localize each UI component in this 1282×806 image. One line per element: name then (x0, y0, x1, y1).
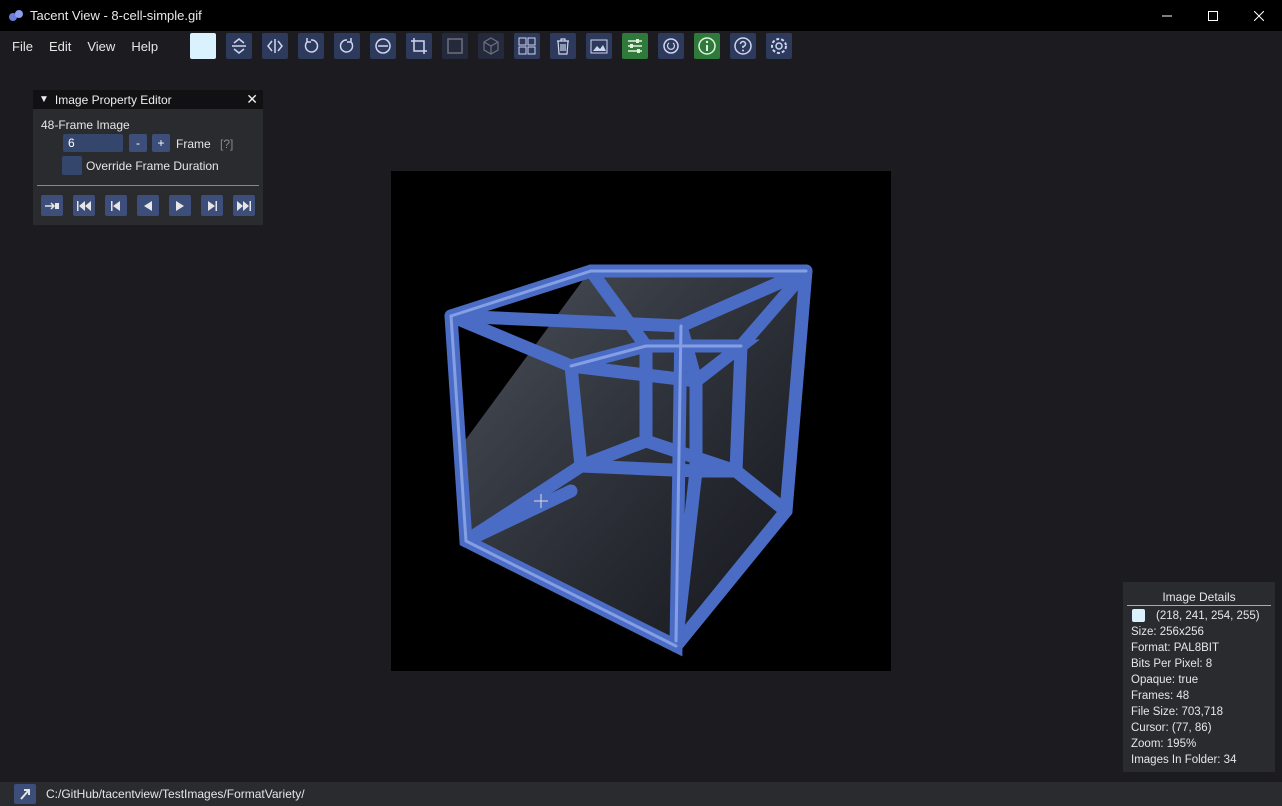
loop-toggle-button[interactable] (41, 195, 63, 216)
override-frame-duration-checkbox[interactable] (62, 156, 82, 175)
settings-sliders-button[interactable] (622, 33, 648, 59)
preferences-icon (771, 38, 787, 54)
delete-button[interactable] (550, 33, 576, 59)
flip-horizontal-button[interactable] (262, 33, 288, 59)
detail-file-size: File Size: 703,718 (1131, 706, 1224, 718)
menu-view[interactable]: View (79, 39, 123, 54)
image-canvas[interactable] (391, 171, 891, 671)
panel-divider (37, 185, 259, 186)
detail-opaque: Opaque: true (1131, 674, 1199, 686)
detail-frames: Frames: 48 (1131, 690, 1190, 702)
rotate-ccw-button[interactable] (298, 33, 324, 59)
save-as-icon (590, 39, 608, 54)
help-button[interactable] (730, 33, 756, 59)
border-icon (447, 38, 463, 54)
detail-images-in-folder: Images In Folder: 34 (1131, 754, 1237, 766)
details-header: Image Details (1162, 590, 1236, 604)
crop-button[interactable] (406, 33, 432, 59)
flip-vertical-button[interactable] (226, 33, 252, 59)
folder-path: C:/GitHub/tacentview/TestImages/FormatVa… (46, 787, 305, 801)
panel-close-icon[interactable]: ✕ (246, 91, 258, 108)
skip-to-start-button[interactable] (73, 195, 95, 216)
status-bar: C:/GitHub/tacentview/TestImages/FormatVa… (0, 782, 1282, 806)
next-frame-button[interactable] (201, 195, 223, 216)
image-details-panel: Image Details (218, 241, 254, 255) Size:… (1123, 582, 1275, 772)
detail-bpp: Bits Per Pixel: 8 (1131, 658, 1213, 670)
save-as-button[interactable] (586, 33, 612, 59)
play-backward-icon (144, 200, 152, 211)
border-button[interactable] (442, 33, 468, 59)
flip-horizontal-icon (267, 39, 283, 53)
frame-input[interactable]: 6 (63, 134, 123, 152)
rotate-cw-icon (339, 38, 354, 53)
tesseract-image (444, 264, 813, 657)
detail-zoom: Zoom: 195% (1131, 738, 1197, 750)
rotate-cw-button[interactable] (334, 33, 360, 59)
frame-decrement-button[interactable]: - (129, 134, 147, 152)
rewind-icon (77, 200, 91, 211)
up-folder-button[interactable] (14, 784, 36, 804)
rotate-theta-icon (375, 38, 391, 54)
pixel-color-value: (218, 241, 254, 255) (1156, 610, 1260, 622)
override-frame-duration-label: Override Frame Duration (86, 159, 219, 173)
prev-frame-button[interactable] (105, 195, 127, 216)
image-property-editor: ▼ Image Property Editor ✕ 48-Frame Image… (33, 90, 263, 225)
help-icon (734, 37, 752, 55)
preferences-button[interactable] (766, 33, 792, 59)
minimize-icon (1162, 15, 1172, 16)
detail-size: Size: 256x256 (1131, 626, 1204, 638)
window-title: Tacent View - 8-cell-simple.gif (30, 8, 202, 23)
play-icon (176, 200, 184, 211)
color-swatch-button[interactable] (190, 33, 216, 59)
play-backward-button[interactable] (137, 195, 159, 216)
app-logo-icon (9, 9, 23, 21)
menu-edit[interactable]: Edit (41, 39, 79, 54)
delete-icon (557, 38, 569, 55)
contact-sheet-button[interactable] (514, 33, 540, 59)
detail-cursor: Cursor: (77, 86) (1131, 722, 1212, 734)
skip-to-end-button[interactable] (233, 195, 255, 216)
pixel-color-swatch (1132, 609, 1145, 622)
menu-help[interactable]: Help (123, 39, 166, 54)
refresh-button[interactable] (658, 33, 684, 59)
rotate-ccw-icon (304, 38, 319, 53)
cube-button[interactable] (478, 33, 504, 59)
menu-file[interactable]: File (4, 39, 41, 54)
maximize-button[interactable] (1190, 0, 1236, 31)
frame-increment-button[interactable]: + (152, 134, 170, 152)
info-icon (698, 37, 716, 55)
loop-to-end-icon (45, 201, 59, 210)
up-folder-icon (20, 789, 30, 800)
settings-sliders-icon (628, 39, 642, 53)
collapse-triangle-icon[interactable]: ▼ (39, 94, 49, 105)
playback-controls (41, 195, 265, 216)
toolbar (190, 33, 802, 59)
maximize-icon (1208, 10, 1218, 21)
minimize-button[interactable] (1144, 0, 1190, 31)
frames-count-label: 48-Frame Image (41, 118, 130, 132)
detail-format: Format: PAL8BIT (1131, 642, 1219, 654)
step-back-icon (111, 200, 120, 211)
play-forward-button[interactable] (169, 195, 191, 216)
contact-sheet-icon (518, 37, 536, 55)
info-button[interactable] (694, 33, 720, 59)
flip-vertical-icon (232, 38, 246, 54)
details-divider (1127, 605, 1271, 606)
title-bar: Tacent View - 8-cell-simple.gif (0, 0, 1282, 31)
crop-icon (411, 38, 427, 54)
frame-label: Frame (176, 137, 211, 151)
refresh-icon (663, 38, 679, 54)
cube-icon (483, 37, 499, 55)
close-icon (1254, 10, 1264, 21)
panel-header: ▼ Image Property Editor ✕ (33, 90, 263, 109)
step-forward-icon (208, 200, 217, 211)
close-button[interactable] (1236, 0, 1282, 31)
panel-title: Image Property Editor (54, 92, 172, 107)
frame-help-hint[interactable]: [?] (220, 137, 233, 151)
rotate-theta-button[interactable] (370, 33, 396, 59)
fast-forward-icon (237, 200, 251, 211)
